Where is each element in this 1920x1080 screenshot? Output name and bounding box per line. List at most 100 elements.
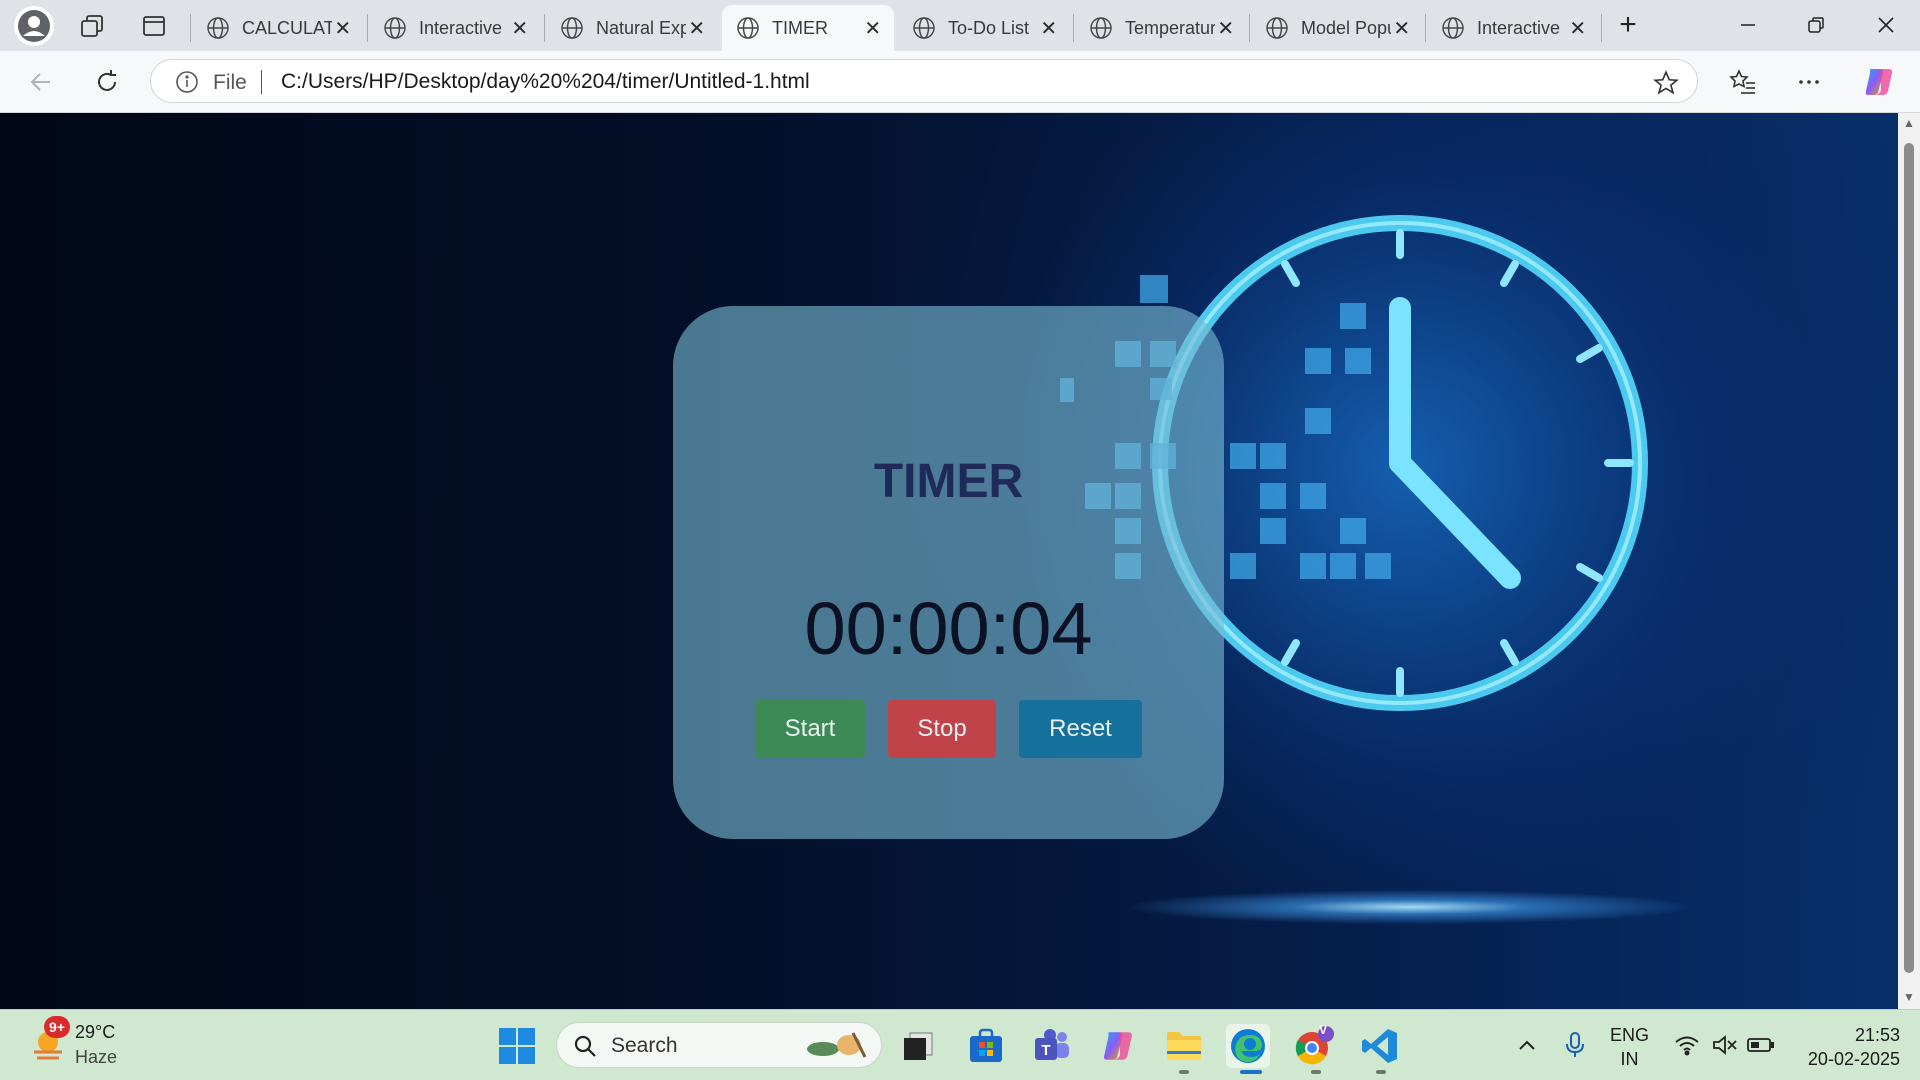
floor-glow <box>1130 890 1690 924</box>
close-tab-icon[interactable]: ✕ <box>509 16 531 41</box>
chrome-icon <box>1295 1026 1334 1065</box>
close-tab-icon[interactable]: ✕ <box>1567 16 1589 41</box>
close-tab-icon[interactable]: ✕ <box>862 16 884 41</box>
close-tab-icon[interactable]: ✕ <box>1391 16 1413 41</box>
close-window-button[interactable] <box>1862 8 1910 42</box>
region-code: IN <box>1620 1049 1639 1069</box>
close-tab-icon[interactable]: ✕ <box>1038 16 1060 41</box>
vertical-tabs-icon[interactable] <box>136 8 172 44</box>
more-dots-icon <box>1799 80 1819 84</box>
tab-separator <box>1425 14 1426 42</box>
refresh-icon <box>98 70 116 91</box>
tab-to-do-list[interactable]: To-Do List ✕ <box>898 5 1070 51</box>
globe-icon <box>1266 17 1288 39</box>
tab-separator <box>190 14 191 42</box>
tab-label: To-Do List <box>948 17 1030 38</box>
favorites-button[interactable] <box>1724 63 1762 101</box>
tab-separator <box>544 14 545 42</box>
copilot-icon <box>1865 69 1893 95</box>
tab-timer[interactable]: TIMER ✕ <box>722 5 894 51</box>
search-icon <box>574 1035 596 1057</box>
close-tab-icon[interactable]: ✕ <box>1215 16 1237 41</box>
windows-start-icon[interactable] <box>498 1027 536 1065</box>
vscode-app[interactable] <box>1358 1024 1402 1068</box>
timer-title: TIMER <box>873 455 1024 508</box>
more-options-button[interactable] <box>1790 63 1828 101</box>
tab-label: Model Popup <box>1301 17 1391 38</box>
microphone-button[interactable] <box>1560 1030 1590 1060</box>
weather-temperature: 29°C <box>75 1022 116 1042</box>
copilot-app[interactable] <box>1096 1024 1140 1068</box>
tab-separator <box>1249 14 1250 42</box>
restore-icon <box>1808 17 1824 33</box>
vertical-scrollbar[interactable]: ▲ ▼ <box>1898 113 1920 1009</box>
new-tab-button[interactable]: + <box>1604 8 1652 42</box>
restore-button[interactable] <box>1792 8 1840 42</box>
minimize-button[interactable] <box>1724 8 1772 42</box>
close-icon <box>1878 17 1894 33</box>
refresh-button[interactable] <box>88 63 126 101</box>
info-icon[interactable] <box>175 70 199 94</box>
vscode-icon <box>1362 1029 1397 1063</box>
globe-icon <box>913 17 935 39</box>
reset-button[interactable]: Reset <box>1019 700 1142 758</box>
microsoft-store-app[interactable] <box>964 1024 1008 1068</box>
address-bar[interactable]: File C:/Users/HP/Desktop/day%20%204/time… <box>150 59 1698 103</box>
battery-status[interactable] <box>1746 1030 1776 1060</box>
copilot-button[interactable] <box>1860 63 1898 101</box>
volume-status[interactable] <box>1710 1030 1740 1060</box>
tab-interactive[interactable]: Interactive ✕ <box>369 5 541 51</box>
scheme-label: File <box>213 71 247 94</box>
scroll-up-icon[interactable]: ▲ <box>1902 117 1916 129</box>
favorite-star-icon[interactable] <box>1653 70 1679 96</box>
address-divider <box>261 70 262 94</box>
tab-label: Natural Expressions <box>596 17 686 38</box>
clock-time: 21:53 <box>1854 1025 1900 1045</box>
battery-icon <box>1747 1038 1774 1052</box>
teams-app[interactable]: T <box>1030 1024 1074 1068</box>
file-explorer-app[interactable] <box>1162 1024 1206 1068</box>
search-placeholder: Search <box>611 1034 678 1057</box>
tab-label: Temperature <box>1125 17 1215 38</box>
running-indicator <box>1179 1070 1189 1074</box>
chrome-app[interactable]: V <box>1292 1023 1336 1068</box>
tab-temperature[interactable]: Temperature ✕ <box>1075 5 1247 51</box>
svg-text:T: T <box>1041 1042 1050 1059</box>
microsoft-store-icon <box>970 1028 1002 1062</box>
taskbar-search-box[interactable]: Search <box>556 1022 882 1068</box>
input-language-indicator[interactable]: ENG IN <box>1610 1023 1649 1071</box>
task-view-app[interactable] <box>896 1024 940 1068</box>
url-text[interactable]: C:/Users/HP/Desktop/day%20%204/timer/Unt… <box>281 70 810 94</box>
back-button[interactable] <box>22 63 60 101</box>
close-tab-icon[interactable]: ✕ <box>686 16 708 41</box>
tab-natural-expressions[interactable]: Natural Expressions ✕ <box>546 5 718 51</box>
tab-label: TIMER <box>772 17 828 38</box>
tab-separator <box>367 14 368 42</box>
tab-calculator[interactable]: CALCULATOR ✕ <box>192 5 364 51</box>
tab-label: Interactive <box>1477 17 1561 38</box>
close-tab-icon[interactable]: ✕ <box>332 16 354 41</box>
teams-icon: T <box>1035 1029 1069 1060</box>
stop-button[interactable]: Stop <box>888 700 996 758</box>
globe-icon <box>561 17 583 39</box>
scroll-down-icon[interactable]: ▼ <box>1902 991 1916 1003</box>
profile-avatar-icon[interactable] <box>14 6 54 46</box>
show-hidden-icons-button[interactable] <box>1512 1030 1542 1060</box>
edge-app[interactable] <box>1226 1024 1270 1068</box>
start-button[interactable]: Start <box>755 700 865 758</box>
tab-separator <box>1073 14 1074 42</box>
system-clock[interactable]: 21:53 20-02-2025 <box>1790 1023 1900 1071</box>
tab-interactive-2[interactable]: Interactive ✕ <box>1427 5 1599 51</box>
task-view-icon <box>904 1032 933 1060</box>
back-arrow-icon <box>30 73 50 91</box>
active-app-indicator <box>1240 1070 1262 1074</box>
workspaces-icon[interactable] <box>74 8 110 44</box>
tab-separator <box>1601 14 1602 42</box>
minimize-icon <box>1741 24 1755 26</box>
wifi-icon <box>1675 1036 1699 1056</box>
scrollbar-thumb[interactable] <box>1904 143 1914 973</box>
tab-model-popup[interactable]: Model Popup ✕ <box>1251 5 1423 51</box>
wifi-status[interactable] <box>1672 1030 1702 1060</box>
search-highlight-illustration-icon <box>807 1032 867 1058</box>
language-code: ENG <box>1610 1025 1650 1045</box>
